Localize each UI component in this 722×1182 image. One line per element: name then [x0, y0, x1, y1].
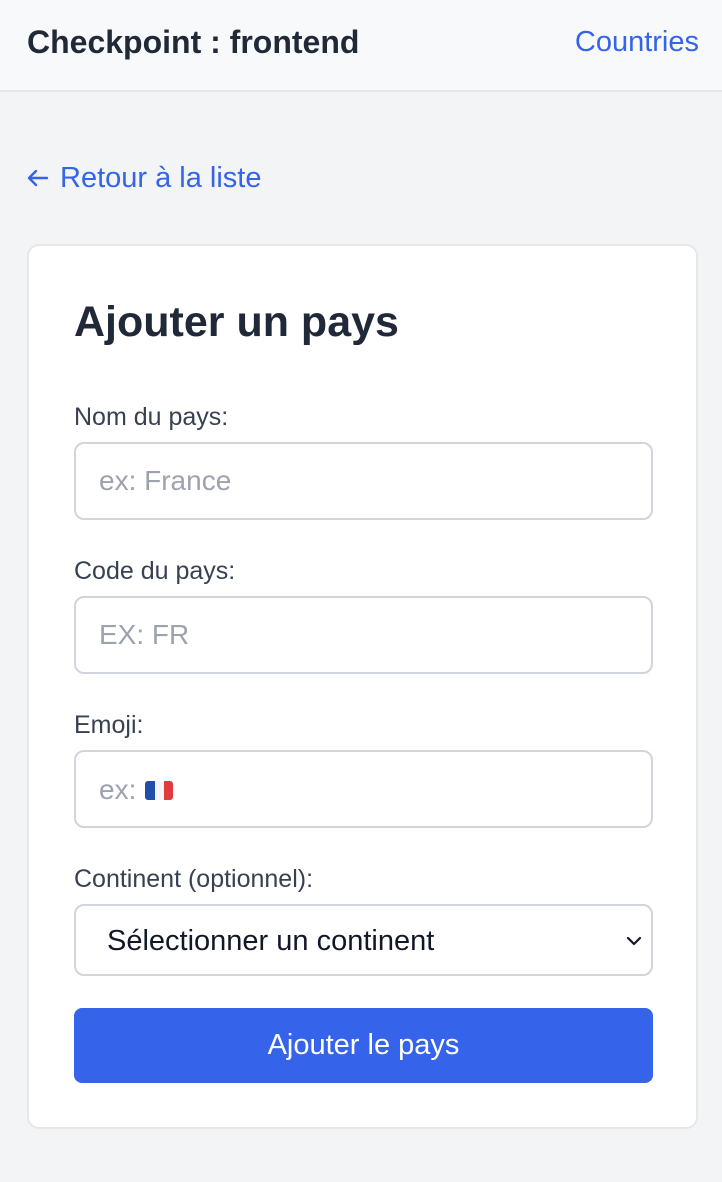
arrow-left-icon [27, 169, 49, 187]
emoji-input[interactable]: ex: [74, 750, 653, 828]
form-title: Ajouter un pays [74, 298, 399, 346]
back-link-label: Retour à la liste [60, 161, 262, 194]
continent-select-value: Sélectionner un continent [107, 925, 435, 957]
continent-label: Continent (optionnel): [74, 865, 314, 893]
emoji-label: Emoji: [74, 711, 144, 739]
chevron-down-icon [626, 936, 642, 946]
emoji-placeholder-text: ex: [99, 774, 137, 805]
country-name-label: Nom du pays: [74, 403, 229, 431]
french-flag-icon [145, 780, 174, 800]
add-country-button[interactable]: Ajouter le pays [74, 1008, 653, 1083]
app-title: Checkpoint : frontend [27, 24, 360, 60]
nav-link-countries[interactable]: Countries [575, 26, 699, 59]
continent-select[interactable]: Sélectionner un continent [74, 904, 653, 976]
top-navbar: Checkpoint : frontend Countries [0, 0, 722, 92]
back-to-list-link[interactable]: Retour à la liste [26, 160, 262, 196]
country-code-label: Code du pays: [74, 557, 236, 585]
add-country-card: Ajouter un pays Nom du pays: Code du pay… [27, 244, 698, 1129]
emoji-placeholder: ex: [99, 774, 174, 806]
country-code-input[interactable] [74, 596, 653, 674]
country-name-input[interactable] [74, 442, 653, 520]
